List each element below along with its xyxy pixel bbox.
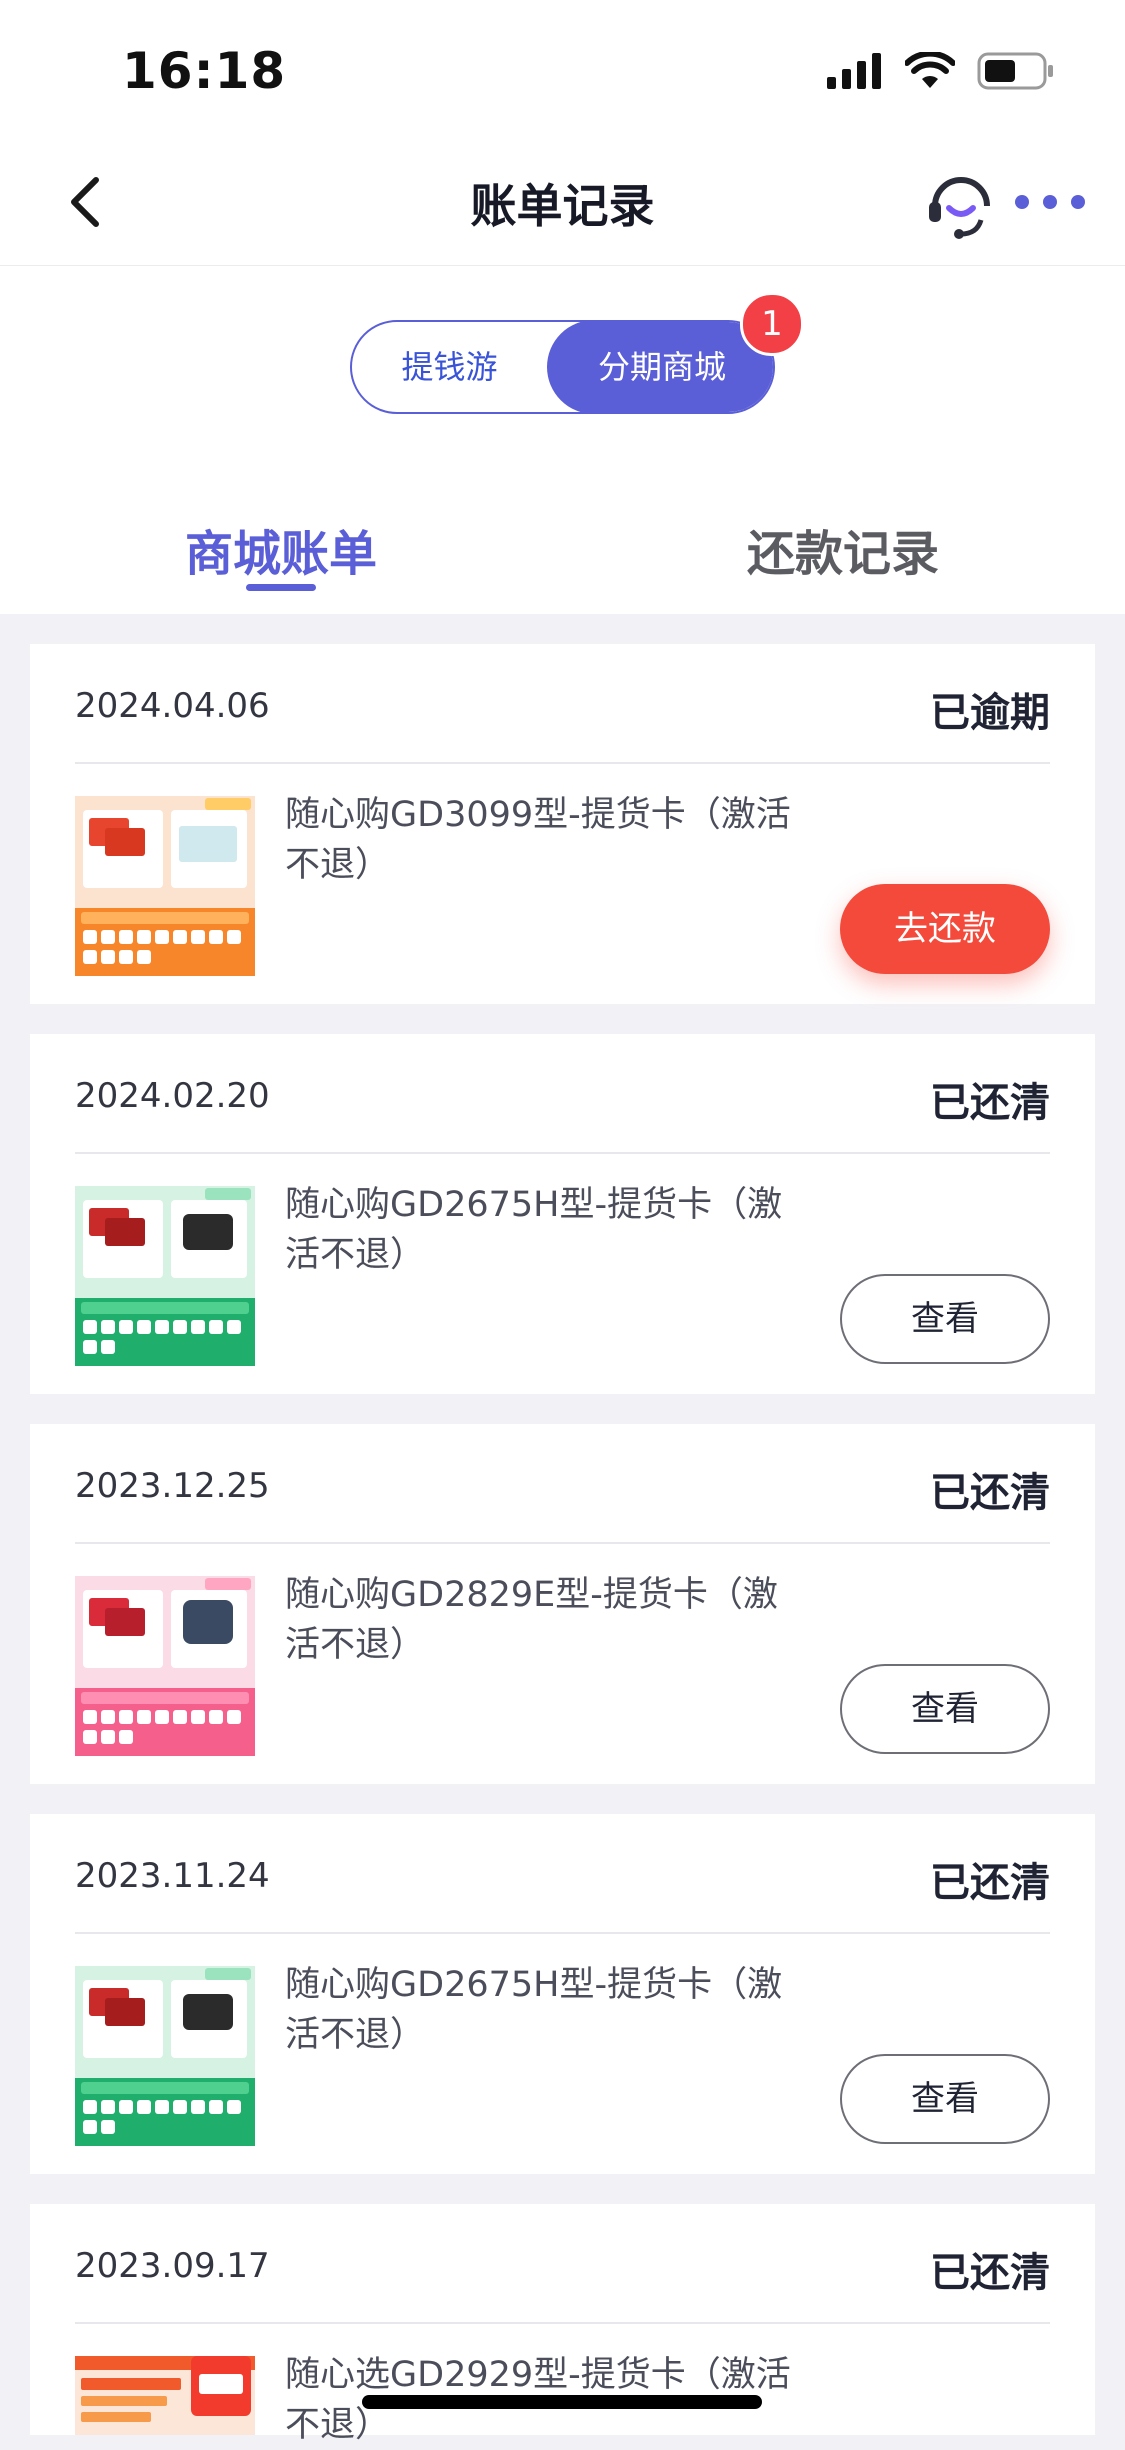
- bill-date: 2024.02.20: [75, 1076, 270, 1116]
- product-thumbnail: [75, 1576, 255, 1756]
- tab-mall-bills[interactable]: 商城账单: [0, 514, 562, 584]
- view-button[interactable]: 查看: [840, 2054, 1050, 2144]
- segment-tiqianyou[interactable]: 提钱游: [352, 322, 547, 412]
- header-area: 提钱游 分期商城 1 商城账单 还款记录: [0, 266, 1125, 614]
- view-button[interactable]: 查看: [840, 1664, 1050, 1754]
- active-tab-indicator: [246, 584, 316, 591]
- bill-status: 已还清: [930, 2250, 1050, 2296]
- product-name: 随心购GD2675H型-提货卡（激活不退）: [285, 1965, 783, 2055]
- wifi-icon: [905, 52, 955, 88]
- bill-status: 已还清: [930, 1080, 1050, 1126]
- divider: [75, 762, 1050, 764]
- bill-status: 已逾期: [930, 690, 1050, 736]
- customer-service-icon[interactable]: [925, 168, 997, 240]
- divider: [75, 1542, 1050, 1544]
- tab-repayment-records[interactable]: 还款记录: [562, 514, 1124, 584]
- product-segment: 提钱游 分期商城: [350, 320, 775, 414]
- bill-date: 2023.09.17: [75, 2246, 270, 2286]
- product-name: 随心购GD2675H型-提货卡（激活不退）: [285, 1185, 783, 1275]
- view-button[interactable]: 查看: [840, 1274, 1050, 1364]
- product-thumbnail: [75, 1966, 255, 2146]
- product-thumbnail: [75, 1186, 255, 1366]
- battery-icon: [977, 52, 1053, 90]
- bill-status: 已还清: [930, 1470, 1050, 1516]
- repay-button[interactable]: 去还款: [840, 884, 1050, 974]
- notification-badge: 1: [740, 292, 804, 356]
- status-time: 16:18: [122, 42, 287, 100]
- home-indicator[interactable]: [362, 2395, 762, 2409]
- divider: [75, 1152, 1050, 1154]
- bill-card[interactable]: 2023.12.25 已还清 随心购GD2829E型-提货卡（激活不退） 查看: [30, 1424, 1095, 1784]
- bill-date: 2023.11.24: [75, 1856, 270, 1896]
- bill-status: 已还清: [930, 1860, 1050, 1906]
- divider: [75, 2322, 1050, 2324]
- product-name: 随心购GD2829E型-提货卡（激活不退）: [285, 1575, 778, 1665]
- product-thumbnail: [75, 2356, 255, 2435]
- cellular-signal-icon: [827, 53, 881, 89]
- bill-date: 2024.04.06: [75, 686, 270, 726]
- status-bar: 16:18: [0, 0, 1125, 140]
- bill-card[interactable]: 2024.02.20 已还清 随心购GD2675H型-提货卡（激活不退） 查看: [30, 1034, 1095, 1394]
- nav-bar: 账单记录: [0, 140, 1125, 266]
- more-icon[interactable]: [1010, 185, 1090, 219]
- product-name: 随心购GD3099型-提货卡（激活不退）: [285, 795, 791, 885]
- status-icons: [827, 52, 1055, 90]
- divider: [75, 1932, 1050, 1934]
- product-thumbnail: [75, 796, 255, 976]
- bill-card[interactable]: 2023.11.24 已还清 随心购GD2675H型-提货卡（激活不退） 查看: [30, 1814, 1095, 2174]
- bill-card[interactable]: 2024.04.06 已逾期 随心购GD3099型-提货卡（激活不退） 去还款: [30, 644, 1095, 1004]
- bill-date: 2023.12.25: [75, 1466, 270, 1506]
